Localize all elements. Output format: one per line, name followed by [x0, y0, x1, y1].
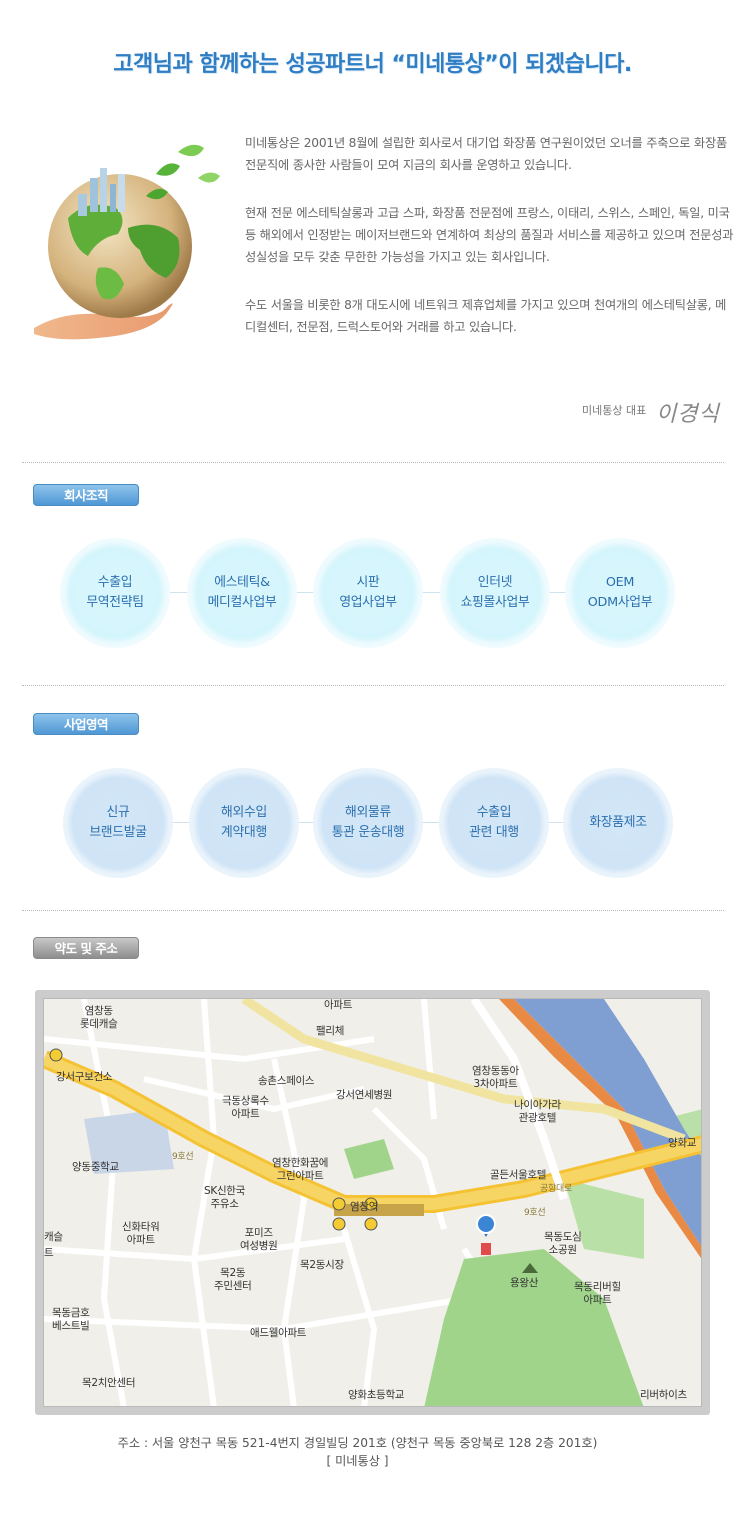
map-label: 양화교 [668, 1137, 697, 1149]
map-label: 목동금호 베스트빌 [52, 1307, 90, 1332]
map-label: 염창한화꿈에 그린아파트 [272, 1157, 329, 1182]
map-label: 9호선 [524, 1208, 546, 1218]
map-label: 목2치안센터 [82, 1377, 136, 1389]
signature-name: 이경식 [656, 402, 720, 427]
organization-chart: 수출입 무역전략팀 에스테틱& 메디컬사업부 시판 영업사업부 인터넷 쇼핑몰사… [60, 538, 680, 648]
section-divider [22, 910, 724, 911]
map-label: 애드웰아파트 [250, 1327, 307, 1339]
organization-section-label: 회사조직 [33, 484, 139, 506]
biz-item-cosmetics-manufacturing: 화장품제조 [563, 768, 673, 878]
map-label: 강서연세병원 [336, 1089, 393, 1101]
address-line: 주소 : 서울 양천구 목동 521-4번지 경일빌딩 201호 (양천구 목동… [117, 1436, 598, 1450]
map-label: 용왕산 [510, 1277, 539, 1289]
intro-paragraph-1: 미네통상은 2001년 8월에 설립한 회사로서 대기업 화장품 연구원이었던 … [245, 136, 727, 172]
location-pin-icon [476, 1214, 496, 1255]
section-divider [22, 685, 724, 686]
map-label: 공항대로 [540, 1184, 572, 1194]
map-label: 리버하이츠 [640, 1389, 687, 1401]
org-item-trade-strategy: 수출입 무역전략팀 [60, 538, 170, 648]
map-label: 골든서울호텔 [490, 1169, 547, 1181]
map-label: 나이아가라 관광호텔 [514, 1099, 561, 1124]
page-headline: 고객님과 함께하는 성공파트너 “미네통상”이 되겠습니다. [113, 52, 632, 77]
intro-paragraph-3: 수도 서울을 비롯한 8개 대도시에 네트워크 제휴업체를 가지고 있으며 천여… [245, 298, 727, 334]
map-label: 송촌스페이스 [258, 1075, 315, 1087]
location-section-label: 약도 및 주소 [33, 937, 139, 959]
org-item-aesthetic-medical: 에스테틱& 메디컬사업부 [187, 538, 297, 648]
map-label: SK신한국 주유소 [204, 1185, 246, 1210]
intro-paragraph-2: 현재 전문 에스테틱살롱과 고급 스파, 화장품 전문점에 프랑스, 이태리, … [245, 206, 734, 264]
location-map[interactable]: 염창동 롯데캐슬 아파트 팰리체 강서구보건소 송촌스페이스 극동상록수 아파트… [43, 998, 702, 1407]
section-divider [22, 462, 724, 463]
map-label: 목동리버힐 아파트 [574, 1281, 621, 1306]
biz-item-new-brand: 신규 브랜드발굴 [63, 768, 173, 878]
company-introduction: 미네통상은 2001년 8월에 설립한 회사로서 대기업 화장품 연구원이었던 … [245, 132, 735, 364]
business-chart: 신규 브랜드발굴 해외수입 계약대행 해외물류 통관 운송대행 수출입 관련 대… [60, 768, 680, 878]
company-address: 주소 : 서울 양천구 목동 521-4번지 경일빌딩 201호 (양천구 목동… [0, 1434, 715, 1470]
map-label: 목2동 주민센터 [214, 1267, 252, 1292]
map-frame: 염창동 롯데캐슬 아파트 팰리체 강서구보건소 송촌스페이스 극동상록수 아파트… [35, 990, 710, 1415]
biz-item-import-contract: 해외수입 계약대행 [189, 768, 299, 878]
org-item-online-mall: 인터넷 쇼핑몰사업부 [440, 538, 550, 648]
map-label: 9호선 [172, 1152, 194, 1162]
biz-item-export-import-agency: 수출입 관련 대행 [439, 768, 549, 878]
map-label: 양화초등학교 [348, 1389, 405, 1401]
biz-item-logistics: 해외물류 통관 운송대행 [313, 768, 423, 878]
map-label: 아파트 [324, 999, 353, 1011]
map-label: 염창동동아 3차아파트 [472, 1065, 519, 1090]
map-label: 염창역 [350, 1201, 379, 1213]
map-label: 강서구보건소 [56, 1071, 113, 1083]
map-label: 염창동 롯데캐슬 [80, 1005, 118, 1030]
map-label: 팰리체 [316, 1025, 345, 1037]
org-item-oem-odm: OEM ODM사업부 [565, 538, 675, 648]
globe-illustration [28, 138, 228, 348]
company-name: [ 미네통상 ] [326, 1454, 389, 1468]
org-item-retail-sales: 시판 영업사업부 [313, 538, 423, 648]
signature-title: 미네통상 대표 [582, 404, 647, 417]
map-label: 캐슬 [44, 1231, 63, 1243]
map-label: 포미즈 여성병원 [240, 1227, 278, 1252]
business-section-label: 사업영역 [33, 713, 139, 735]
map-label: 목2동시장 [300, 1259, 344, 1271]
map-label: 트 [44, 1247, 54, 1259]
map-label: 목동도심 소공원 [544, 1231, 582, 1256]
map-label: 양동중학교 [72, 1161, 119, 1173]
map-label: 극동상록수 아파트 [222, 1095, 269, 1120]
map-label: 신화타워 아파트 [122, 1221, 160, 1246]
